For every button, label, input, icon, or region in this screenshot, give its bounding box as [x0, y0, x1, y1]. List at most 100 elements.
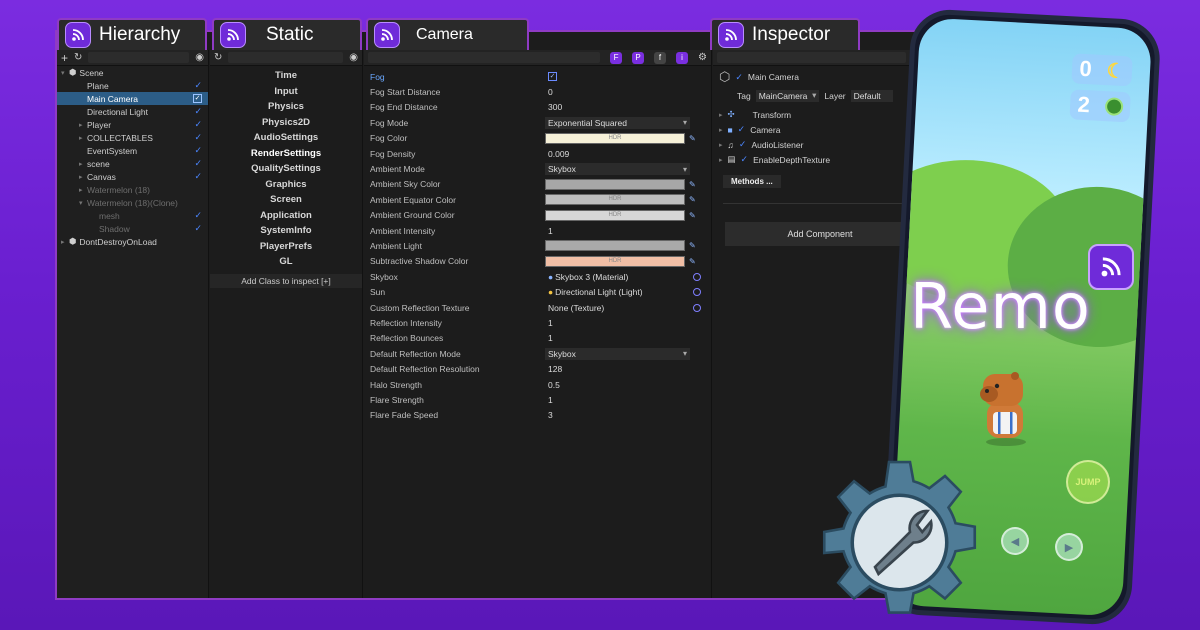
active-check-icon[interactable]: ✓: [194, 106, 202, 117]
static-item-gl[interactable]: GL: [210, 254, 362, 270]
tree-item-dontdestroyonload[interactable]: ▸ ⬢ DontDestroyOnLoad: [57, 235, 208, 248]
property-value-field[interactable]: 128: [545, 363, 690, 375]
static-search-input[interactable]: [228, 52, 344, 63]
tree-item-scene[interactable]: ▾ ⬢ Scene: [57, 66, 208, 79]
collapse-arrow-icon[interactable]: ▸: [719, 141, 723, 149]
tree-item-shadow[interactable]: Shadow ✓: [57, 222, 208, 235]
active-check-icon[interactable]: ✓: [194, 80, 202, 91]
expand-arrow-icon[interactable]: ▾: [61, 69, 69, 77]
tree-item-mesh[interactable]: mesh ✓: [57, 209, 208, 222]
globe-icon[interactable]: ◉: [349, 52, 358, 63]
collapse-arrow-icon[interactable]: ▸: [719, 111, 723, 119]
object-field[interactable]: ● Skybox 3 (Material): [545, 271, 705, 283]
component-camera[interactable]: ▸ ■ ✓ Camera: [713, 122, 925, 137]
active-check-icon[interactable]: ✓: [194, 210, 202, 221]
camera-search-input[interactable]: [368, 52, 601, 63]
info-button[interactable]: i: [676, 51, 689, 64]
static-item-qualitysettings[interactable]: QualitySettings: [210, 161, 362, 177]
tab-inspector[interactable]: Inspector: [710, 18, 860, 50]
color-swatch[interactable]: HDR: [545, 194, 685, 206]
property-value-field[interactable]: 1: [545, 394, 690, 406]
component-enabledepthtexture[interactable]: ▸ ▤ ✓ EnableDepthTexture: [713, 152, 925, 167]
active-check-icon[interactable]: ✓: [194, 171, 202, 182]
property-dropdown[interactable]: Exponential Squared: [545, 116, 690, 129]
active-check-icon[interactable]: ✓: [194, 158, 202, 169]
property-value-field[interactable]: 1: [545, 317, 690, 329]
eyedropper-icon[interactable]: ✎: [689, 180, 699, 189]
add-class-button[interactable]: Add Class to inspect [+]: [210, 273, 362, 288]
eyedropper-icon[interactable]: ✎: [689, 134, 699, 143]
color-swatch[interactable]: [545, 240, 685, 252]
tree-item-watermelon-clone[interactable]: ▾ Watermelon (18)(Clone): [57, 196, 208, 209]
tab-camera[interactable]: Camera: [366, 18, 529, 50]
tree-item-scene-object[interactable]: ▸ scene ✓: [57, 157, 208, 170]
tab-static[interactable]: Static: [212, 18, 362, 50]
collapse-arrow-icon[interactable]: ▸: [719, 156, 723, 164]
property-value-field[interactable]: 3: [545, 409, 690, 421]
static-item-audiosettings[interactable]: AudioSettings: [210, 130, 362, 146]
active-check-icon[interactable]: ✓: [735, 72, 743, 83]
property-value-field[interactable]: 300: [545, 101, 690, 113]
static-item-application[interactable]: Application: [210, 208, 362, 224]
tree-item-eventsystem[interactable]: EventSystem ✓: [57, 144, 208, 157]
collapse-arrow-icon[interactable]: ▸: [719, 126, 723, 134]
enabled-check-icon[interactable]: ✓: [739, 139, 747, 150]
component-transform[interactable]: ▸ ✣ Transform: [713, 107, 925, 122]
refresh-icon[interactable]: ↻: [74, 52, 82, 63]
static-item-screen[interactable]: Screen: [210, 192, 362, 208]
collapse-arrow-icon[interactable]: ▸: [61, 238, 69, 246]
move-right-button[interactable]: ▶: [1055, 533, 1083, 561]
tree-item-main-camera[interactable]: Main Camera ✓: [57, 92, 208, 105]
eyedropper-icon[interactable]: ✎: [689, 241, 699, 250]
property-value-field[interactable]: 0.009: [545, 148, 690, 160]
property-value-field[interactable]: 0.5: [545, 379, 690, 391]
property-value-field[interactable]: 0: [545, 86, 690, 98]
static-item-systeminfo[interactable]: SystemInfo: [210, 223, 362, 239]
collapse-arrow-icon[interactable]: ▸: [79, 134, 87, 142]
active-check-icon[interactable]: ✓: [194, 145, 202, 156]
static-item-physics2d[interactable]: Physics2D: [210, 115, 362, 131]
tree-item-player[interactable]: ▸ Player ✓: [57, 118, 208, 131]
expand-arrow-icon[interactable]: ▾: [79, 199, 87, 207]
static-item-input[interactable]: Input: [210, 84, 362, 100]
properties-filter-button[interactable]: P: [632, 51, 645, 64]
property-checkbox[interactable]: ✓: [545, 71, 690, 83]
globe-icon[interactable]: ◉: [195, 52, 204, 63]
tree-item-canvas[interactable]: ▸ Canvas ✓: [57, 170, 208, 183]
property-value-field[interactable]: 1: [545, 332, 690, 344]
fields-filter-button[interactable]: F: [610, 51, 623, 64]
enabled-check-icon[interactable]: ✓: [741, 154, 749, 165]
object-field[interactable]: ● Directional Light (Light): [545, 286, 705, 298]
methods-button[interactable]: Methods ...: [723, 175, 781, 188]
static-item-playerprefs[interactable]: PlayerPrefs: [210, 239, 362, 255]
active-check-icon[interactable]: ✓: [193, 94, 202, 103]
tag-dropdown[interactable]: MainCamera ▾: [755, 89, 820, 102]
object-picker-icon[interactable]: [693, 272, 701, 281]
layer-dropdown[interactable]: Default: [850, 89, 893, 102]
active-check-icon[interactable]: ✓: [194, 132, 202, 143]
move-left-button[interactable]: ◀: [1001, 527, 1029, 555]
tab-hierarchy[interactable]: Hierarchy: [57, 18, 207, 50]
tree-item-watermelon[interactable]: ▸ Watermelon (18): [57, 183, 208, 196]
eyedropper-icon[interactable]: ✎: [689, 195, 699, 204]
gear-icon[interactable]: ⚙: [698, 52, 707, 63]
functions-filter-button[interactable]: f: [654, 51, 667, 64]
tree-item-directional-light[interactable]: Directional Light ✓: [57, 105, 208, 118]
add-icon[interactable]: +: [61, 51, 68, 65]
jump-button[interactable]: JUMP: [1066, 460, 1110, 504]
active-check-icon[interactable]: ✓: [194, 223, 202, 234]
collapse-arrow-icon[interactable]: ▸: [79, 186, 87, 194]
eyedropper-icon[interactable]: ✎: [689, 211, 699, 220]
color-swatch[interactable]: HDR: [545, 132, 685, 144]
tree-item-collectables[interactable]: ▸ COLLECTABLES ✓: [57, 131, 208, 144]
add-component-button[interactable]: Add Component: [725, 222, 915, 246]
object-field[interactable]: None (Texture): [545, 302, 705, 314]
eyedropper-icon[interactable]: ✎: [689, 257, 699, 266]
static-item-rendersettings[interactable]: RenderSettings: [210, 146, 362, 162]
color-swatch[interactable]: [545, 178, 685, 190]
property-value-field[interactable]: 1: [545, 225, 690, 237]
active-check-icon[interactable]: ✓: [194, 119, 202, 130]
color-swatch[interactable]: HDR: [545, 209, 685, 221]
static-item-physics[interactable]: Physics: [210, 99, 362, 115]
property-dropdown[interactable]: Skybox: [545, 347, 690, 360]
